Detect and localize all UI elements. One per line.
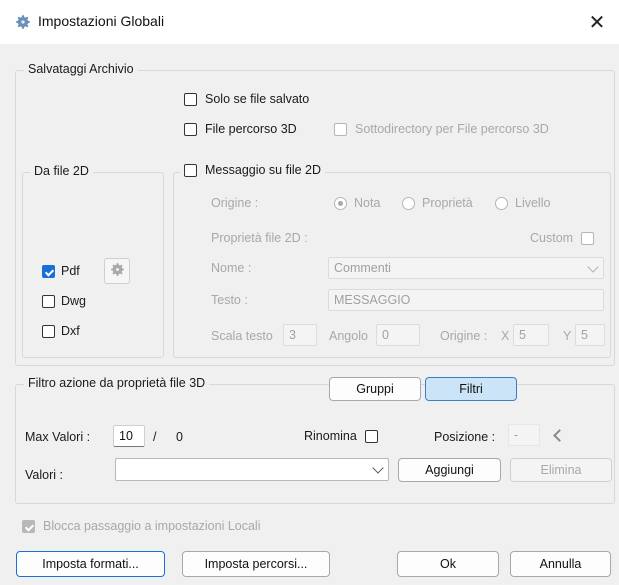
dxf-label: Dxf xyxy=(61,324,80,338)
angolo-input[interactable]: 0 xyxy=(376,324,420,346)
checkbox-box[interactable] xyxy=(42,324,55,338)
radio-livello-label: Livello xyxy=(515,196,551,210)
imposta-formati-label: Imposta formati... xyxy=(42,557,139,571)
checkbox-box[interactable] xyxy=(364,429,378,443)
scala-testo-input[interactable]: 3 xyxy=(283,324,317,346)
checkbox-box[interactable] xyxy=(334,122,347,136)
radio-proprieta-label: Proprietà xyxy=(422,196,473,210)
elimina-label: Elimina xyxy=(540,463,582,477)
chevron-down-icon xyxy=(587,261,599,273)
tab-gruppi[interactable]: Gruppi xyxy=(329,377,421,401)
archive-group-legend: Salvataggi Archivio xyxy=(24,62,138,76)
valori-count: 0 xyxy=(176,430,183,444)
radio-button[interactable] xyxy=(402,196,415,210)
sottodirectory-checkbox[interactable]: Sottodirectory per File percorso 3D xyxy=(334,122,549,136)
chevron-down-icon xyxy=(372,462,384,474)
scala-testo-label: Scala testo xyxy=(211,329,273,343)
radio-livello[interactable]: Livello xyxy=(495,196,550,210)
tab-filtri-label: Filtri xyxy=(459,382,483,396)
checkbox-box[interactable] xyxy=(22,519,35,533)
aggiungi-label: Aggiungi xyxy=(425,463,474,477)
close-icon: ✕ xyxy=(588,11,606,34)
annulla-label: Annulla xyxy=(539,557,582,571)
da-file-2d-legend: Da file 2D xyxy=(30,164,93,178)
gear-icon xyxy=(14,13,32,31)
checkbox-box[interactable] xyxy=(581,231,595,245)
custom-label: Custom xyxy=(530,231,574,245)
blocca-label: Blocca passaggio a impostazioni Locali xyxy=(43,519,261,533)
valori-label: Valori : xyxy=(25,468,63,482)
file-percorso-3d-label: File percorso 3D xyxy=(205,122,297,136)
solo-salvato-label: Solo se file salvato xyxy=(205,92,310,106)
checkbox-box[interactable] xyxy=(184,122,197,136)
radio-nota[interactable]: Nota xyxy=(334,196,380,210)
x-input[interactable]: 5 xyxy=(513,324,549,346)
dwg-label: Dwg xyxy=(61,294,87,308)
dwg-checkbox[interactable]: Dwg xyxy=(42,294,86,308)
rinomina-checkbox[interactable]: Rinomina xyxy=(304,429,378,443)
gear-icon xyxy=(109,261,126,281)
back-button[interactable] xyxy=(545,424,569,446)
chevron-left-icon xyxy=(552,428,566,442)
y-input[interactable]: 5 xyxy=(575,324,605,346)
filtro-legend: Filtro azione da proprietà file 3D xyxy=(24,376,210,390)
close-button[interactable]: ✕ xyxy=(575,0,619,44)
tab-gruppi-label: Gruppi xyxy=(356,382,394,396)
blocca-checkbox[interactable]: Blocca passaggio a impostazioni Locali xyxy=(22,519,261,533)
testo-label: Testo : xyxy=(211,293,248,307)
nome-label: Nome : xyxy=(211,261,252,275)
aggiungi-button[interactable]: Aggiungi xyxy=(398,458,501,482)
origine-label: Origine : xyxy=(211,196,259,210)
radio-proprieta[interactable]: Proprietà xyxy=(402,196,473,210)
annulla-button[interactable]: Annulla xyxy=(510,551,611,577)
custom-checkbox[interactable]: Custom xyxy=(530,231,595,245)
imposta-formati-button[interactable]: Imposta formati... xyxy=(16,551,165,577)
radio-nota-label: Nota xyxy=(354,196,381,210)
window-title: Impostazioni Globali xyxy=(38,13,165,29)
messaggio-checkbox[interactable]: Messaggio su file 2D xyxy=(180,163,326,177)
ok-button[interactable]: Ok xyxy=(397,551,499,577)
posizione-input[interactable]: - xyxy=(508,424,540,446)
checkbox-box[interactable] xyxy=(184,163,197,177)
max-valori-label: Max Valori : xyxy=(25,430,91,444)
angolo-label: Angolo xyxy=(329,329,368,343)
pdf-settings-button[interactable] xyxy=(104,258,130,284)
dxf-checkbox[interactable]: Dxf xyxy=(42,324,80,338)
checkbox-box[interactable] xyxy=(42,264,55,278)
imposta-percorsi-label: Imposta percorsi... xyxy=(204,557,308,571)
pdf-checkbox[interactable]: Pdf xyxy=(42,264,80,278)
checkbox-box[interactable] xyxy=(42,294,55,308)
elimina-button[interactable]: Elimina xyxy=(510,458,612,482)
checkbox-box[interactable] xyxy=(184,92,197,106)
max-valori-input[interactable]: 10 xyxy=(113,425,145,447)
sottodirectory-label: Sottodirectory per File percorso 3D xyxy=(355,122,549,136)
testo-input[interactable]: MESSAGGIO xyxy=(328,289,604,311)
solo-salvato-checkbox[interactable]: Solo se file salvato xyxy=(184,92,309,106)
rinomina-label: Rinomina xyxy=(304,429,357,443)
origine-xy-label: Origine : xyxy=(440,329,488,343)
pdf-label: Pdf xyxy=(61,264,80,278)
y-label: Y xyxy=(563,329,572,343)
file-percorso-3d-checkbox[interactable]: File percorso 3D xyxy=(184,122,297,136)
messaggio-label: Messaggio su file 2D xyxy=(205,163,322,177)
nome-select[interactable]: Commenti xyxy=(328,257,604,279)
ok-label: Ok xyxy=(440,557,456,571)
nome-value: Commenti xyxy=(334,261,391,275)
posizione-label: Posizione : xyxy=(434,430,496,444)
radio-button[interactable] xyxy=(495,196,508,210)
x-label: X xyxy=(501,329,510,343)
imposta-percorsi-button[interactable]: Imposta percorsi... xyxy=(182,551,330,577)
slash-separator: / xyxy=(153,430,157,444)
proprieta-file-2d-label: Proprietà file 2D : xyxy=(211,231,308,245)
valori-select[interactable] xyxy=(115,458,389,481)
radio-button[interactable] xyxy=(334,196,347,210)
tab-filtri[interactable]: Filtri xyxy=(425,377,517,401)
